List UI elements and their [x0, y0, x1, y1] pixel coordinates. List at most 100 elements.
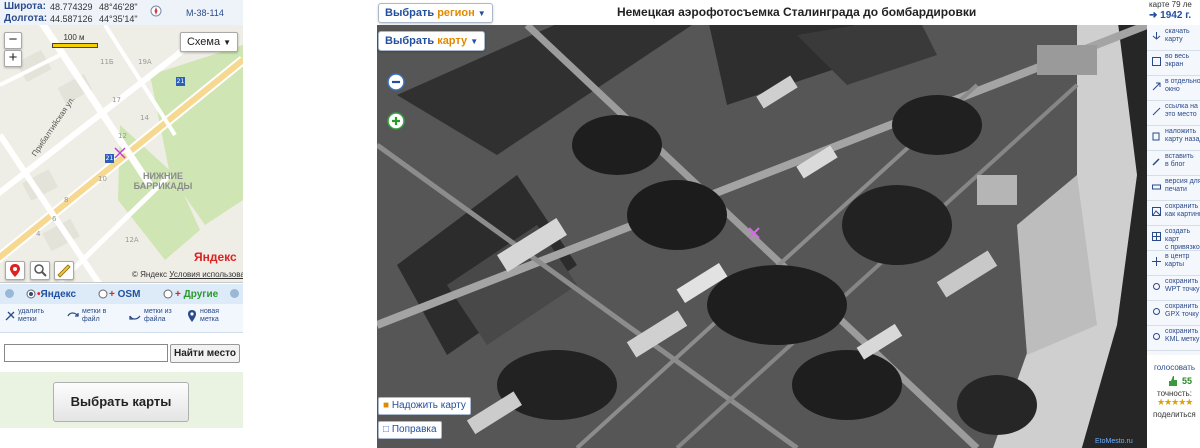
- chevron-down-icon: ▼: [470, 37, 479, 46]
- house-number: 12: [118, 132, 127, 140]
- zoom-in-button[interactable]: [387, 112, 405, 130]
- house-number: 19А: [138, 58, 152, 66]
- waypoint-icon: [1153, 283, 1160, 290]
- provider-osm-label: + OSM: [109, 289, 141, 300]
- district-label: НИЖНИЕ БАРРИКАДЫ: [133, 171, 193, 191]
- magnifier-icon: [34, 264, 47, 277]
- radio-osm[interactable]: [98, 289, 108, 299]
- pick-maps-button[interactable]: Выбрать карты: [53, 382, 189, 422]
- compass-icon[interactable]: [150, 5, 162, 17]
- share-label[interactable]: поделиться: [1153, 410, 1196, 419]
- terms-link[interactable]: Условия использования: [169, 270, 243, 279]
- map-sheet-code[interactable]: M-38-114: [186, 8, 224, 18]
- export-file-icon: [67, 312, 79, 317]
- link-to-place-button[interactable]: ссылка на это место: [1147, 100, 1200, 126]
- correction-button[interactable]: □ Поправка: [378, 421, 442, 439]
- ruler-icon: [57, 264, 71, 278]
- house-number: 17: [112, 96, 121, 104]
- pin-icon: [188, 310, 196, 322]
- accuracy-stars-icon: ★★★★★: [1157, 398, 1193, 408]
- correction-icon: □: [383, 424, 390, 435]
- arrow-right-icon: ➜: [1149, 10, 1158, 21]
- house-number: 11Б: [100, 58, 114, 66]
- house-number: 14: [140, 114, 149, 122]
- bind-map-button[interactable]: ■ Надожить карту: [378, 397, 471, 415]
- layers-icon: [1152, 132, 1160, 141]
- site-watermark: EtoMesto.ru: [1095, 438, 1133, 445]
- create-bound-map-button[interactable]: создать карт с привязкой: [1147, 225, 1200, 251]
- center-map-button[interactable]: в центр карты: [1147, 250, 1200, 276]
- vote-count: 55: [1182, 376, 1193, 386]
- pencil-icon: [1152, 158, 1160, 166]
- minimap-zoom-in-button[interactable]: +: [4, 50, 22, 67]
- embed-blog-button[interactable]: вставить в блог: [1147, 150, 1200, 176]
- yandex-logo: Яндекс: [194, 250, 237, 264]
- layers-icon: ■: [383, 400, 390, 411]
- provider-other-label: + Другие: [175, 289, 219, 300]
- select-map-button[interactable]: Выбрать карту ▼: [378, 31, 486, 51]
- house-number: 6: [52, 215, 57, 223]
- fullscreen-button[interactable]: во весь экран: [1147, 50, 1200, 76]
- separate-window-button[interactable]: в отдельно окно: [1147, 75, 1200, 101]
- scale-label: 100 м: [63, 33, 85, 42]
- bus-stop-icon: 21: [176, 77, 185, 86]
- save-image-button[interactable]: сохранить как картинк: [1147, 200, 1200, 226]
- map-type-label: Схема: [186, 36, 221, 48]
- accuracy-label: точность:: [1157, 389, 1192, 398]
- find-place-button[interactable]: Найти место: [170, 344, 240, 363]
- latitude-dms[interactable]: 48°46'28": [99, 2, 138, 12]
- ruler-tool-button[interactable]: [54, 261, 74, 280]
- magnifier-tool-button[interactable]: [30, 261, 50, 280]
- search-input[interactable]: [4, 344, 168, 362]
- map-title: Немецкая аэрофотосъемка Сталинграда до б…: [617, 5, 977, 19]
- settings-icon[interactable]: [4, 288, 15, 299]
- placemark-tool-button[interactable]: [5, 261, 25, 280]
- pin-icon: [10, 264, 20, 277]
- image-icon: [1152, 207, 1161, 216]
- save-kml-button[interactable]: сохранить KML метку: [1147, 325, 1200, 351]
- yandex-minimap[interactable]: − + 100 м Схема ▼ Прибалтийская ул. НИЖН…: [0, 25, 243, 283]
- map-provider-bar: •Яндекс + OSM + Другие: [0, 284, 243, 304]
- longitude-dms[interactable]: 44°35'14": [99, 14, 138, 24]
- radio-other[interactable]: [163, 289, 173, 299]
- download-map-button[interactable]: скачать карту: [1147, 25, 1200, 51]
- save-wpt-button[interactable]: сохранить WPT точку: [1147, 275, 1200, 301]
- kml-icon: [1153, 333, 1160, 340]
- minimap-zoom-out-button[interactable]: −: [4, 32, 22, 49]
- crosshair-icon: [1152, 257, 1161, 266]
- aerial-photo-map[interactable]: Выбрать карту ▼ ■ Надожить карту □ Попра…: [377, 25, 1147, 448]
- print-version-button[interactable]: версия для печати: [1147, 175, 1200, 201]
- window-icon: [1152, 82, 1161, 91]
- map-copyright: © Яндекс Условия использования: [132, 270, 243, 279]
- select-region-button[interactable]: Выбрать регион ▼: [378, 3, 493, 23]
- longitude-label: Долгота:: [4, 13, 48, 24]
- pick-maps-area: Выбрать карты: [0, 372, 243, 428]
- latitude-decimal[interactable]: 48.774329: [50, 2, 93, 12]
- zoom-out-button[interactable]: [387, 73, 405, 91]
- latitude-label: Широта:: [4, 1, 46, 12]
- longitude-decimal[interactable]: 44.587126: [50, 14, 93, 24]
- map-header: Выбрать регион ▼ Немецкая аэрофотосъемка…: [377, 0, 1147, 25]
- coordinates-bar: Широта: 48.774329 48°46'28" Долгота: 44.…: [0, 0, 243, 26]
- sidebar-actions: скачать карту во весь экран в отдельно окно…: [1147, 25, 1200, 355]
- vote-label[interactable]: голосовать: [1154, 363, 1195, 372]
- overlay-map-button[interactable]: наложить карту назад: [1147, 125, 1200, 151]
- settings-icon[interactable]: [229, 288, 240, 299]
- map-age: карте 79 ле: [1149, 0, 1192, 9]
- right-sidebar: карте 79 ле ➜ 1942 г. скачать карту во ве…: [1147, 0, 1200, 448]
- save-gpx-button[interactable]: сохранить GPX точку: [1147, 300, 1200, 326]
- center-cross-icon: [114, 147, 126, 159]
- search-row: Найти место: [0, 340, 243, 370]
- radio-yandex[interactable]: [26, 289, 36, 299]
- house-number: 8: [64, 196, 69, 204]
- house-number: 12А: [125, 236, 139, 244]
- thumbs-up-icon[interactable]: [1167, 375, 1179, 387]
- aerial-imagery: [377, 25, 1147, 448]
- chevron-down-icon: ▼: [223, 38, 232, 47]
- link-icon: [1152, 107, 1161, 116]
- center-cross-icon: [748, 227, 760, 239]
- fullscreen-icon: [1152, 57, 1161, 66]
- grid-icon: [1152, 232, 1161, 241]
- chevron-down-icon: ▼: [477, 9, 486, 18]
- map-type-select[interactable]: Схема ▼: [180, 32, 238, 52]
